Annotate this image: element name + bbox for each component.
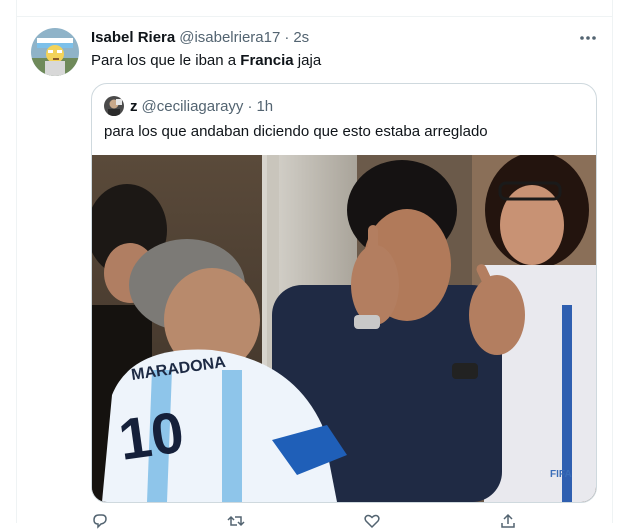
jersey-number: 10 xyxy=(115,400,188,473)
retweet-icon[interactable] xyxy=(227,512,245,530)
timestamp[interactable]: 2s xyxy=(293,29,309,46)
quoted-separator: · xyxy=(247,97,253,115)
quoted-timestamp[interactable]: 1h xyxy=(256,98,273,115)
author-handle[interactable]: @isabelriera17 xyxy=(179,29,280,46)
tweet-text-bold: Francia xyxy=(240,52,294,69)
quoted-tweet-header: z @ceciliagarayy · 1h xyxy=(104,96,273,116)
tweet[interactable]: Isabel Riera @isabelriera17 · 2s Para lo… xyxy=(17,17,612,529)
quoted-media-photo[interactable]: MARADONA 10 FIFA xyxy=(92,155,596,502)
heart-icon[interactable] xyxy=(363,512,381,530)
quoted-avatar[interactable] xyxy=(104,96,124,116)
author-name[interactable]: Isabel Riera xyxy=(91,29,175,46)
share-icon[interactable] xyxy=(499,512,517,530)
fifa-watermark: FIFA xyxy=(550,469,572,480)
tweet-text-start: Para los que le iban a xyxy=(91,52,241,69)
avatar[interactable] xyxy=(31,28,79,76)
quoted-author-name[interactable]: z xyxy=(130,98,138,115)
quoted-tweet-text: para los que andaban diciendo que esto e… xyxy=(104,123,488,140)
tweet-header: Isabel Riera @isabelriera17 · 2s xyxy=(91,29,309,49)
tweet-text: Para los que le iban a Francia jaja xyxy=(91,51,321,71)
reply-icon[interactable] xyxy=(91,512,109,530)
separator: · xyxy=(284,29,290,46)
tweet-text-end: jaja xyxy=(293,52,322,69)
quoted-author-handle[interactable]: @ceciliagarayy xyxy=(142,98,244,115)
tweet-actions xyxy=(91,512,531,530)
quoted-tweet[interactable]: z @ceciliagarayy · 1h para los que andab… xyxy=(91,83,597,503)
timeline-border-right xyxy=(612,0,613,523)
more-dots-icon[interactable] xyxy=(575,27,601,49)
